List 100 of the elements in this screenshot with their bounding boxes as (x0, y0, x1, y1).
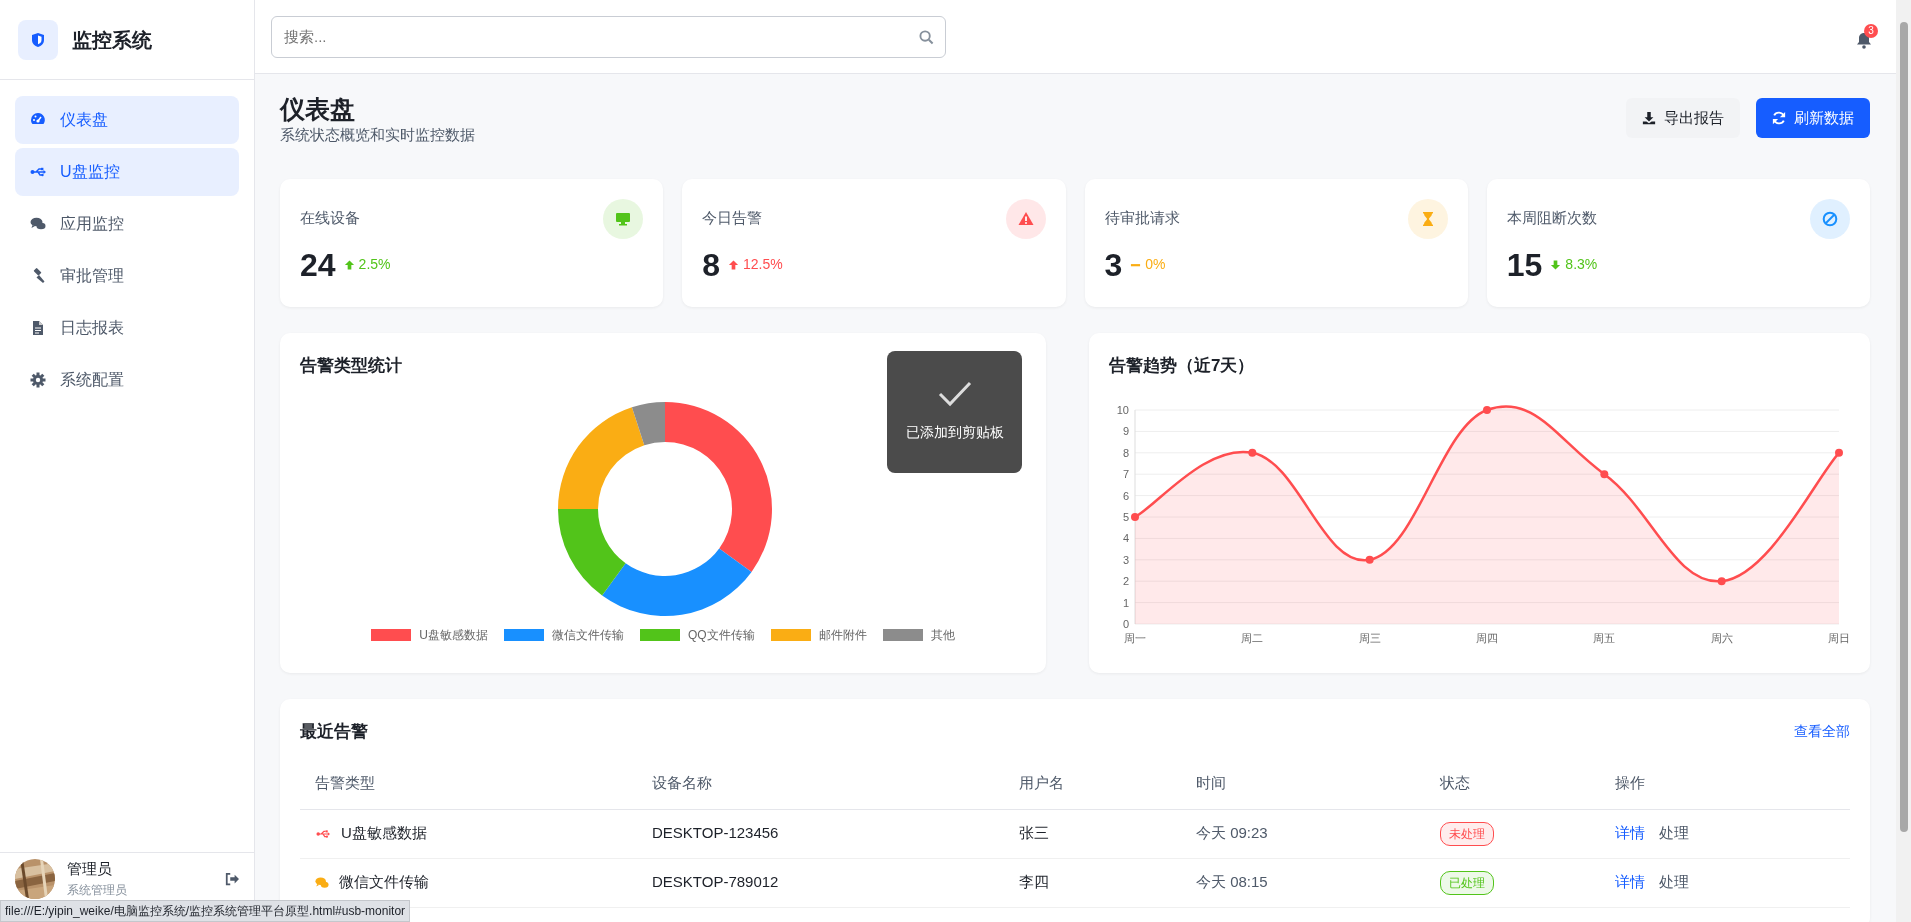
table-cell: 今天 09:23 (1181, 809, 1425, 859)
stat-value: 8 (702, 245, 721, 285)
user-role: 系统管理员 (67, 881, 128, 899)
stat-label: 本周阻断次数 (1506, 208, 1597, 229)
refresh-button[interactable]: 刷新数据 (1756, 98, 1870, 138)
legend-label: 微信文件传输 (552, 627, 624, 644)
stat-change: 0% (1130, 254, 1166, 275)
sidebar-item[interactable]: 审批管理 (15, 252, 239, 300)
point (1248, 448, 1257, 457)
app-title: 监控系统 (72, 27, 152, 53)
point (1717, 577, 1726, 586)
arrow-down-icon (1550, 258, 1562, 271)
sidebar-item[interactable]: 系统配置 (15, 356, 239, 404)
axis-tick-label: 2 (1122, 575, 1129, 588)
warning-icon (1017, 210, 1034, 227)
legend-label: 其他 (930, 627, 955, 644)
logout-icon (225, 872, 239, 887)
axis-tick-label: 1 (1122, 596, 1129, 609)
search-icon (919, 29, 934, 45)
alert-type: U盘敏感数据 (341, 823, 427, 844)
stat-label: 在线设备 (300, 208, 360, 229)
chart-title: 告警趋势（近7天） (1109, 354, 1256, 377)
detail-link[interactable]: 详情 (1615, 822, 1645, 845)
chat-icon (315, 875, 329, 890)
sidebar-item[interactable]: 应用监控 (15, 200, 239, 248)
detail-link[interactable]: 详情 (1615, 871, 1645, 894)
axis-tick-label: 9 (1122, 425, 1129, 438)
stat-label: 今日告警 (702, 208, 763, 229)
axis-tick-label: 7 (1122, 468, 1129, 481)
column-header: 操作 (1600, 758, 1850, 810)
table-cell: DESKTOP-789012 (637, 858, 1004, 908)
download-icon (1642, 111, 1656, 125)
column-header: 告警类型 (300, 758, 637, 810)
view-all-link[interactable]: 查看全部 (1794, 720, 1850, 742)
bell-icon (1856, 32, 1872, 49)
axis-tick-label: 周二 (1241, 632, 1264, 644)
monitor-icon (615, 210, 632, 227)
axis-tick-label: 4 (1122, 532, 1129, 545)
stat-change: 8.3% (1550, 254, 1598, 275)
notification-button[interactable] (1856, 32, 1872, 49)
chart-title: 告警类型统计 (300, 354, 403, 377)
legend-label: 邮件附件 (818, 627, 867, 644)
ban-icon (1822, 210, 1838, 227)
page-title: 仪表盘 (280, 94, 356, 124)
stat-value: 3 (1104, 245, 1123, 285)
axis-tick-label: 周四 (1476, 632, 1498, 644)
stat-value: 15 (1506, 245, 1543, 285)
axis-tick-label: 周日 (1828, 632, 1850, 644)
handle-link[interactable]: 处理 (1659, 822, 1689, 845)
legend-label: U盘敏感数据 (419, 627, 488, 644)
toast-message: 已添加到剪贴板 (905, 423, 1004, 442)
column-header: 用户名 (1004, 758, 1181, 810)
stat-change: 12.5% (728, 254, 783, 275)
section-title: 最近告警 (300, 720, 368, 743)
point (1483, 406, 1491, 414)
alert-type: 微信文件传输 (339, 872, 429, 893)
point (1131, 513, 1139, 521)
status-bar-url: file:///E:/yipin_weike/电脑监控系统/监控系统管理平台原型.html#usb-monitor (0, 900, 411, 922)
axis-tick-label: 周一 (1124, 632, 1146, 644)
axis-tick-label: 周六 (1710, 632, 1733, 644)
search-field[interactable]: 搜索... (271, 15, 946, 58)
stat-label: 待审批请求 (1104, 208, 1180, 229)
axis-tick-label: 周五 (1593, 632, 1616, 644)
axis-tick-label: 周三 (1358, 632, 1381, 644)
sidebar-item[interactable]: 仪表盘 (15, 96, 239, 144)
export-button[interactable]: 导出报告 (1626, 98, 1740, 138)
column-header: 设备名称 (637, 758, 1004, 810)
point (1835, 448, 1843, 457)
point (1600, 470, 1609, 479)
legend-label: QQ文件传输 (688, 627, 755, 644)
settings-icon (30, 372, 46, 388)
arrow-up-icon (343, 258, 355, 271)
check-icon (936, 380, 973, 408)
point (1365, 555, 1374, 564)
arrow-up-icon (728, 258, 740, 271)
table-cell: DESKTOP-123456 (637, 809, 1004, 859)
shield-icon (30, 31, 46, 48)
axis-tick-label: 10 (1116, 404, 1129, 416)
scrollbar[interactable] (1896, 0, 1911, 922)
column-header: 状态 (1425, 758, 1600, 810)
axis-tick-label: 5 (1122, 511, 1129, 523)
axis-tick-label: 0 (1122, 618, 1129, 630)
table-cell: 今天 08:15 (1181, 858, 1425, 908)
sidebar-item[interactable]: U盘监控 (15, 148, 239, 196)
column-header: 时间 (1181, 758, 1425, 810)
document-icon (30, 320, 46, 336)
status-tag: 已处理 (1440, 870, 1494, 895)
stat-change: 2.5% (343, 254, 391, 275)
sidebar-item[interactable]: 日志报表 (15, 304, 239, 352)
chat-icon (30, 216, 46, 232)
handle-link[interactable]: 处理 (1659, 871, 1689, 894)
axis-tick-label: 8 (1122, 446, 1129, 459)
axis-tick-label: 6 (1122, 489, 1129, 502)
status-tag: 未处理 (1440, 821, 1494, 846)
table-cell: 李四 (1004, 858, 1181, 908)
user-name: 管理员 (67, 859, 113, 880)
table-cell: 张三 (1004, 809, 1181, 859)
axis-tick-label: 3 (1122, 553, 1129, 566)
stat-value: 24 (300, 245, 336, 285)
page-subtitle: 系统状态概览和实时监控数据 (280, 125, 475, 145)
